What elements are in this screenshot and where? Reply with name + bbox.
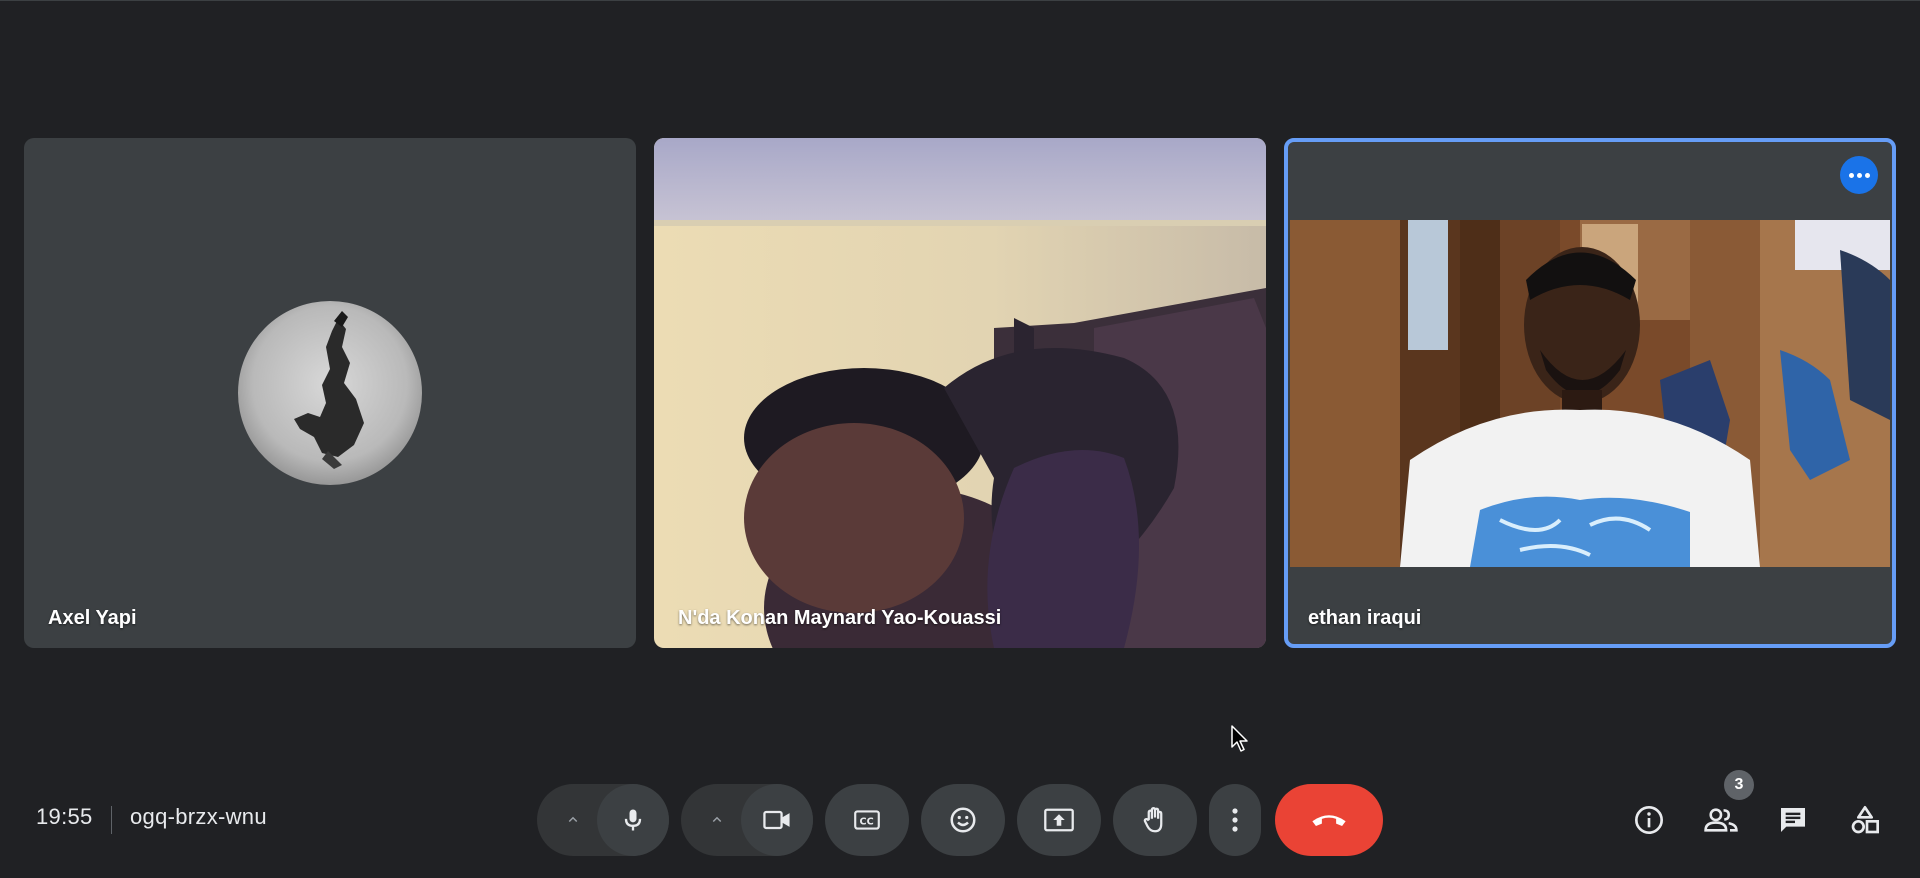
- chevron-up-icon: [568, 816, 578, 823]
- camera-button[interactable]: [741, 784, 813, 856]
- participant-name: Axel Yapi: [48, 607, 137, 629]
- meeting-code: ogq-brzx-wnu: [130, 804, 267, 829]
- chevron-up-icon: [712, 816, 722, 823]
- bottom-control-bar: 19:55 ogq-brzx-wnu CC 3: [0, 770, 1920, 870]
- participant-options-button[interactable]: [1840, 156, 1878, 194]
- participant-tile-axel-yapi[interactable]: Axel Yapi: [24, 138, 636, 648]
- microphone-icon: [624, 809, 642, 831]
- participant-video-feed: [654, 138, 1266, 648]
- chat-icon: [1781, 808, 1805, 832]
- mouse-cursor-icon: [1231, 725, 1248, 752]
- captions-button[interactable]: CC: [825, 784, 909, 856]
- microphone-button[interactable]: [597, 784, 669, 856]
- top-divider: [0, 0, 1920, 1]
- call-end-icon: [1312, 815, 1346, 826]
- raise-hand-button[interactable]: [1113, 784, 1197, 856]
- chat-button[interactable]: [1765, 792, 1821, 848]
- present-screen-icon: [1044, 808, 1074, 832]
- svg-text:CC: CC: [860, 816, 874, 827]
- participant-tile-ethan-iraqui[interactable]: ethan iraqui: [1284, 138, 1896, 648]
- more-vert-icon: [1232, 808, 1238, 832]
- meeting-info-button[interactable]: [1621, 792, 1677, 848]
- people-count-badge: 3: [1724, 770, 1754, 800]
- meeting-time: 19:55: [36, 804, 93, 829]
- participant-tile-nda-konan[interactable]: N'da Konan Maynard Yao-Kouassi: [654, 138, 1266, 648]
- more-options-button[interactable]: [1209, 784, 1261, 856]
- shapes-icon: [1851, 806, 1879, 834]
- people-button[interactable]: [1693, 792, 1749, 848]
- emoji-icon: [950, 807, 976, 833]
- leave-call-button[interactable]: [1275, 784, 1383, 856]
- participant-video-feed: [1290, 220, 1890, 567]
- info-icon: [1635, 806, 1663, 834]
- people-icon: [1704, 808, 1738, 832]
- participant-name: N'da Konan Maynard Yao-Kouassi: [678, 607, 1002, 629]
- activities-button[interactable]: [1837, 792, 1893, 848]
- closed-captions-icon: CC: [854, 810, 880, 830]
- participant-avatar: [238, 301, 422, 485]
- videocam-icon: [763, 810, 790, 830]
- participant-name: ethan iraqui: [1308, 607, 1422, 629]
- present-button[interactable]: [1017, 784, 1101, 856]
- camera-options-button[interactable]: [689, 784, 745, 856]
- meeting-separator: [111, 806, 112, 834]
- mic-options-button[interactable]: [545, 784, 601, 856]
- reactions-button[interactable]: [921, 784, 1005, 856]
- hand-icon: [1143, 807, 1163, 833]
